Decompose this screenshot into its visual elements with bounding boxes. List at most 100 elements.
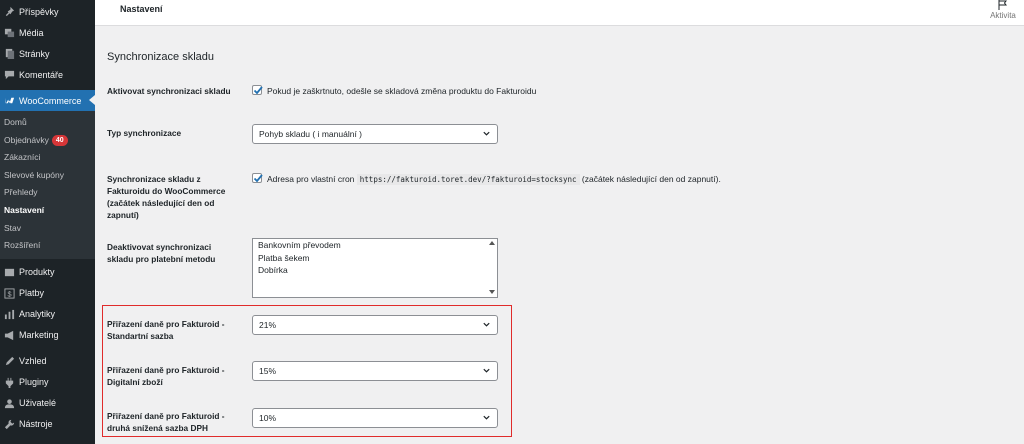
svg-text:$: $	[7, 289, 11, 298]
sidebar-item-users[interactable]: Uživatelé	[0, 393, 95, 414]
sidebar-item-label: Produkty	[19, 267, 55, 278]
activity-label: Aktivita	[990, 11, 1016, 20]
payment-option[interactable]: Dobírka	[253, 264, 497, 277]
settings-content: Synchronizace skladu Aktivovat synchroni…	[95, 27, 1024, 444]
payment-option[interactable]: Bankovním převodem	[253, 239, 497, 252]
tax-reduced-value: 10%	[259, 413, 277, 423]
sidebar-item-comments[interactable]: Komentáře	[0, 64, 95, 85]
comments-icon	[4, 69, 15, 80]
appearance-icon	[4, 356, 15, 367]
sync-type-label: Typ synchronizace	[107, 128, 182, 138]
sidebar-item-pages[interactable]: Stránky	[0, 43, 95, 64]
sidebar-item-tools[interactable]: Nástroje	[0, 414, 95, 435]
marketing-icon	[4, 330, 15, 341]
sidebar-item-label: Platby	[19, 288, 45, 299]
submenu-item-label: Slevové kupóny	[4, 169, 65, 180]
checkmark-icon	[253, 86, 263, 95]
submenu-item-label: Objednávky	[4, 134, 49, 145]
flag-icon	[998, 0, 1007, 10]
section-title: Synchronizace skladu	[107, 51, 215, 63]
tax-standard-label: Přiřazení daně pro Fakturoid - Standartn…	[107, 319, 225, 341]
sidebar-item-label: Příspěvky	[19, 6, 59, 17]
sidebar-item-label: Analytiky	[19, 309, 56, 320]
sidebar-item-label: Komentáře	[19, 69, 64, 80]
checkmark-icon	[253, 174, 263, 183]
pin-icon	[4, 6, 15, 17]
sidebar-item-posts[interactable]: Příspěvky	[0, 1, 95, 22]
sidebar-item-woocommerce[interactable]: WooCommerce	[0, 90, 95, 111]
admin-sidebar: Příspěvky Média Stránky Komentáře WooCom…	[0, 0, 95, 444]
sidebar-item-marketing[interactable]: Marketing	[0, 325, 95, 346]
cron-desc-before: Adresa pro vlastní cron	[267, 174, 355, 184]
activity-button[interactable]: Aktivita	[988, 0, 1018, 20]
submenu-item-home[interactable]: Domů	[0, 114, 95, 132]
activate-sync-checkbox[interactable]	[252, 85, 263, 95]
submenu-item-label: Nastavení	[4, 204, 45, 215]
tools-icon	[4, 419, 15, 430]
sidebar-item-label: Nástroje	[19, 419, 53, 430]
tax-standard-value: 21%	[259, 320, 277, 330]
submenu-item-label: Rozšíření	[4, 240, 41, 251]
submenu-item-extensions[interactable]: Rozšíření	[0, 237, 95, 255]
scroll-down-arrow[interactable]	[489, 290, 495, 294]
activate-sync-description: Pokud je zaškrtnuto, odešle se skladová …	[267, 86, 537, 96]
chevron-down-icon	[483, 415, 490, 420]
tax-digital-select[interactable]: 15%	[252, 361, 498, 381]
sidebar-item-label: WooCommerce	[19, 95, 82, 106]
sidebar-item-media[interactable]: Média	[0, 22, 95, 43]
submenu-item-settings[interactable]: Nastavení	[0, 202, 95, 220]
sidebar-item-label: Vzhled	[19, 356, 47, 367]
orders-count-badge: 40	[51, 134, 68, 146]
sidebar-item-label: Uživatelé	[19, 398, 57, 409]
submenu-item-orders[interactable]: Objednávky 40	[0, 132, 95, 150]
sidebar-item-label: Média	[19, 27, 44, 38]
payments-icon: $	[4, 288, 15, 299]
sidebar-item-label: Stránky	[19, 48, 50, 59]
submenu-item-label: Domů	[4, 117, 27, 127]
sync-type-select[interactable]: Pohyb skladu ( i manuální )	[252, 124, 498, 144]
users-icon	[4, 398, 15, 409]
submenu-item-label: Zákazníci	[4, 152, 41, 163]
scroll-up-arrow[interactable]	[489, 241, 495, 245]
payment-option[interactable]: Platba šekem	[253, 252, 497, 265]
submenu-item-label: Stav	[4, 222, 22, 233]
cron-sync-label: Synchronizace skladu z Fakturoidu do Woo…	[107, 174, 226, 220]
activate-sync-label: Aktivovat synchronizaci skladu	[107, 86, 231, 96]
plugins-icon	[4, 377, 15, 388]
tax-reduced-select[interactable]: 10%	[252, 408, 498, 428]
tax-standard-select[interactable]: 21%	[252, 315, 498, 335]
woocommerce-icon	[4, 95, 15, 106]
cron-sync-checkbox[interactable]	[252, 173, 263, 183]
sidebar-item-appearance[interactable]: Vzhled	[0, 351, 95, 372]
products-icon	[4, 267, 15, 278]
chevron-down-icon	[483, 322, 490, 327]
submenu-item-status[interactable]: Stav	[0, 220, 95, 238]
payment-methods-listbox[interactable]: Bankovním převodem Platba šekem Dobírka	[252, 238, 498, 298]
chevron-down-icon	[483, 131, 490, 136]
payment-methods-label: Deaktivovat synchronizaci skladu pro pla…	[107, 242, 216, 264]
sidebar-item-label: Pluginy	[19, 377, 49, 388]
chevron-down-icon	[483, 368, 490, 373]
media-icon	[4, 27, 15, 38]
page-header: Nastavení Aktivita	[95, 0, 1024, 26]
page-title: Nastavení	[120, 4, 163, 14]
submenu-item-customers[interactable]: Zákazníci	[0, 149, 95, 167]
sidebar-item-payments[interactable]: $ Platby	[0, 283, 95, 304]
tax-reduced-label: Přiřazení daně pro Fakturoid - druhá sní…	[107, 411, 225, 433]
sidebar-item-label: Marketing	[19, 330, 59, 341]
submenu-item-coupons[interactable]: Slevové kupóny	[0, 167, 95, 185]
tax-digital-label: Přiřazení daně pro Fakturoid - Digitalní…	[107, 365, 225, 387]
sidebar-item-products[interactable]: Produkty	[0, 262, 95, 283]
sidebar-item-plugins[interactable]: Pluginy	[0, 372, 95, 393]
sidebar-item-analytics[interactable]: Analytiky	[0, 304, 95, 325]
submenu-item-reports[interactable]: Přehledy	[0, 184, 95, 202]
woocommerce-submenu: Domů Objednávky 40 Zákazníci Slevové kupó…	[0, 111, 95, 259]
submenu-item-label: Přehledy	[4, 187, 38, 198]
analytics-icon	[4, 309, 15, 320]
sync-type-value: Pohyb skladu ( i manuální )	[259, 129, 362, 139]
tax-digital-value: 15%	[259, 366, 277, 376]
cron-sync-description: Adresa pro vlastní cron https://fakturoi…	[267, 174, 721, 185]
cron-desc-after: (začátek následující den od zapnutí).	[581, 174, 721, 184]
pages-icon	[4, 48, 15, 59]
cron-url: https://fakturoid.toret.dev/?fakturoid=s…	[356, 174, 580, 185]
